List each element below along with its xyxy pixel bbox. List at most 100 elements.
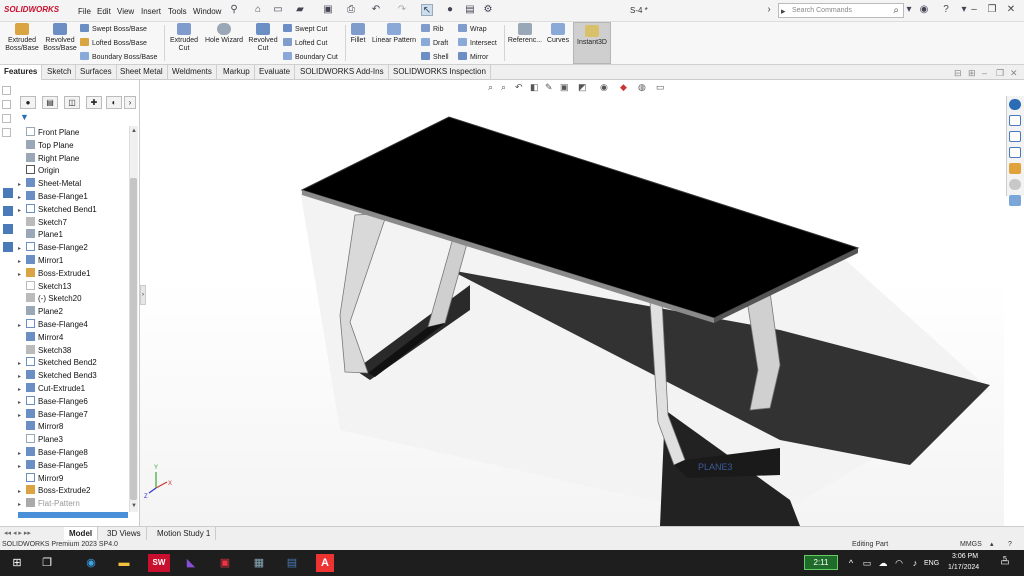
hide-show-icon[interactable]: ◉ <box>600 82 608 93</box>
lofted-boss-button[interactable]: Lofted Boss/Base <box>80 38 147 47</box>
tab-features[interactable]: Features <box>0 65 43 80</box>
tab-evaluate[interactable]: Evaluate <box>255 65 296 80</box>
status-help-icon[interactable]: ? <box>1008 540 1012 550</box>
calculator-icon[interactable]: ▦ <box>250 554 268 572</box>
tab-add-ins[interactable]: SOLIDWORKS Add-Ins <box>296 65 389 80</box>
view-palette-icon[interactable] <box>1009 163 1021 174</box>
extruded-cut-button[interactable]: Extruded Cut <box>168 23 200 53</box>
file-properties-icon[interactable]: ▤ <box>464 4 476 16</box>
side-tool-icon[interactable] <box>2 100 11 109</box>
display-style-icon[interactable]: ◩ <box>578 82 587 93</box>
lofted-cut-button[interactable]: Lofted Cut <box>283 38 327 47</box>
tree-item[interactable]: ▸ Mirror1 <box>18 254 63 267</box>
traffic-light-icon[interactable]: ● <box>444 4 456 16</box>
autocad-icon[interactable]: A <box>316 554 334 572</box>
boundary-cut-button[interactable]: Boundary Cut <box>283 52 338 61</box>
tree-item[interactable]: Plane2 <box>18 305 63 318</box>
pin-icon[interactable]: ⚲ <box>228 4 240 16</box>
tab-markup[interactable]: Markup <box>219 65 255 80</box>
battery-badge[interactable]: 2:11 <box>804 555 838 570</box>
windows-start-icon[interactable]: ⊞ <box>8 554 26 572</box>
instant3d-button[interactable]: Instant3D <box>573 22 611 64</box>
tree-item[interactable]: Sketch7 <box>18 216 67 229</box>
viewport-restore-icon[interactable]: ❐ <box>996 68 1004 79</box>
swept-boss-button[interactable]: Swept Boss/Base <box>80 24 147 33</box>
reference-geometry-button[interactable]: Referenc... <box>507 23 543 45</box>
status-units[interactable]: MMGS <box>960 540 982 550</box>
tab-inspection[interactable]: SOLIDWORKS Inspection <box>389 65 491 80</box>
intersect-button[interactable]: Intersect <box>458 38 497 47</box>
side-tool-icon[interactable] <box>3 224 13 234</box>
viewport-close-icon[interactable]: ✕ <box>1010 68 1018 79</box>
tab-nav-arrows-icon[interactable]: ◂◂ ◂ ▸ ▸▸ <box>4 529 31 537</box>
menu-window[interactable]: Window <box>193 7 221 16</box>
language-indicator[interactable]: ENG <box>924 560 939 567</box>
scroll-down-icon[interactable]: ▼ <box>131 503 137 509</box>
tree-item[interactable]: ▸ Flat-Pattern <box>18 497 80 510</box>
curves-button[interactable]: Curves <box>545 23 571 45</box>
view-orientation-icon[interactable]: ▣ <box>560 82 569 93</box>
linear-pattern-button[interactable]: Linear Pattern <box>370 23 418 45</box>
viewport-split-icon[interactable]: ⊟ <box>954 68 962 79</box>
tree-item[interactable]: Mirror9 <box>18 472 63 485</box>
tree-item[interactable]: ▸ Sketched Bend1 <box>18 203 97 216</box>
redo-icon[interactable]: ↷ <box>396 4 408 16</box>
zoom-to-fit-icon[interactable]: ⌕ <box>488 82 493 93</box>
boundary-boss-button[interactable]: Boundary Boss/Base <box>80 52 157 61</box>
scroll-up-icon[interactable]: ▲ <box>131 128 137 134</box>
app-red-icon[interactable]: ▣ <box>216 554 234 572</box>
draft-button[interactable]: Draft <box>421 38 448 47</box>
feature-manager-tab-icon[interactable]: ● <box>20 96 36 109</box>
tree-item[interactable]: ▸ Base-Flange4 <box>18 318 88 331</box>
side-tool-icon[interactable] <box>2 128 11 137</box>
hole-wizard-button[interactable]: Hole Wizard <box>203 23 245 45</box>
rib-button[interactable]: Rib <box>421 24 444 33</box>
tree-item[interactable]: Mirror8 <box>18 420 63 433</box>
tree-item[interactable]: Front Plane <box>18 126 79 139</box>
file-explorer-icon[interactable] <box>1009 131 1021 142</box>
home-icon[interactable]: ⌂ <box>252 4 264 16</box>
edit-appearance-icon[interactable]: ◆ <box>620 82 627 93</box>
tree-item[interactable]: ▸ Base-Flange7 <box>18 408 88 421</box>
tree-item[interactable]: Sketch38 <box>18 344 71 357</box>
tree-item[interactable]: ▸ Base-Flange6 <box>18 395 88 408</box>
display-manager-tab-icon[interactable]: ◐ <box>106 96 122 109</box>
tree-item[interactable]: ▸ Base-Flange2 <box>18 241 88 254</box>
fillet-button[interactable]: Fillet <box>349 23 367 45</box>
swept-cut-button[interactable]: Swept Cut <box>283 24 327 33</box>
custom-properties-icon[interactable] <box>1009 195 1021 206</box>
menu-insert[interactable]: Insert <box>141 7 161 16</box>
extruded-boss-button[interactable]: Extruded Boss/Base <box>4 23 40 53</box>
solidworks-taskbar-icon[interactable]: SW <box>148 554 170 572</box>
expand-arrow-icon[interactable]: ▸ <box>18 499 26 512</box>
tree-item[interactable]: ▸ Boss-Extrude1 <box>18 267 90 280</box>
print-icon[interactable]: ⎙ <box>345 4 357 16</box>
zoom-area-icon[interactable]: ⌕ <box>501 82 506 93</box>
save-icon[interactable]: ▣ <box>322 4 334 16</box>
minimize-icon[interactable]: – <box>968 4 980 15</box>
tab-motion-study[interactable]: Motion Study 1 <box>152 527 217 540</box>
viewport-minimize-icon[interactable]: – <box>982 68 987 78</box>
tree-item[interactable]: ▸ Base-Flange8 <box>18 446 88 459</box>
tree-item[interactable]: Top Plane <box>18 139 74 152</box>
folder-icon[interactable] <box>1009 147 1021 158</box>
file-explorer-taskbar-icon[interactable]: ▬ <box>115 554 133 572</box>
section-view-icon[interactable]: ◧ <box>530 82 539 93</box>
tree-item[interactable]: Plane3 <box>18 433 63 446</box>
tab-surfaces[interactable]: Surfaces <box>76 65 117 80</box>
revolved-cut-button[interactable]: Revolved Cut <box>247 23 279 53</box>
tree-item[interactable]: Sketch13 <box>18 280 71 293</box>
side-tool-icon[interactable] <box>3 188 13 198</box>
menu-tools[interactable]: Tools <box>168 7 187 16</box>
tree-horizontal-scrollbar[interactable] <box>18 512 128 518</box>
side-tool-icon[interactable] <box>3 206 13 216</box>
filter-icon[interactable]: ▼ <box>20 112 29 122</box>
tab-3d-views[interactable]: 3D Views <box>102 527 147 540</box>
dimxpert-tab-icon[interactable]: ✚ <box>86 96 102 109</box>
panel-collapse-handle[interactable]: › <box>140 285 146 305</box>
tab-sketch[interactable]: Sketch <box>43 65 77 80</box>
tree-item[interactable]: ▸ Base-Flange5 <box>18 459 88 472</box>
new-document-icon[interactable]: ▭ <box>272 4 284 16</box>
edge-browser-icon[interactable]: ◉ <box>82 554 100 572</box>
solidworks-resources-icon[interactable] <box>1009 99 1021 110</box>
